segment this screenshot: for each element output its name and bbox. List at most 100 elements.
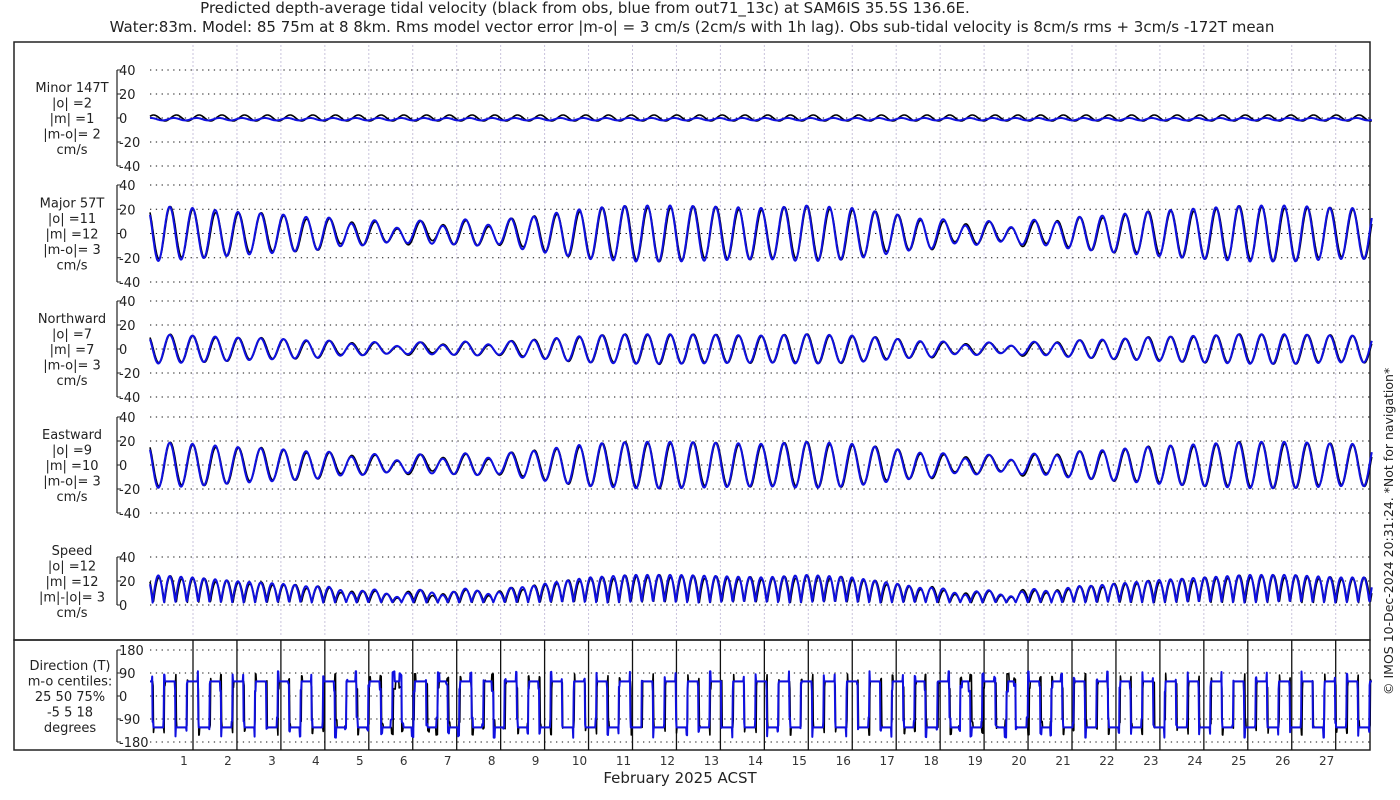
x-tick-label: 15 <box>792 754 807 768</box>
x-tick-label: 1 <box>180 754 188 768</box>
y-tick-label: 90 <box>119 667 136 682</box>
panel-label-line: |o| =9 <box>52 444 92 459</box>
x-tick-label: 12 <box>660 754 675 768</box>
panel-northward: Northward|o| =7|m| =7|m-o|= 3cm/s 40 20 0 -2… <box>38 295 1373 406</box>
model-series-line <box>149 333 1373 365</box>
y-tick-label: 40 <box>119 411 136 426</box>
panel-label-line: degrees <box>44 721 97 736</box>
x-tick-label: 10 <box>572 754 587 768</box>
y-tick-label: -40 <box>119 276 140 291</box>
y-tick-label: -20 <box>119 367 140 382</box>
y-tick-label: 0 <box>119 228 127 243</box>
y-tick-label: 0 <box>119 459 127 474</box>
x-tick-label: 23 <box>1143 754 1158 768</box>
panel-label-line: 25 50 75% <box>35 690 105 705</box>
panel-label-line: m-o centiles: <box>28 675 113 690</box>
obs-series-line <box>149 333 1373 366</box>
panel-major: Major 57T|o| =11|m| =12|m-o|= 3cm/s 40 20 0… <box>40 179 1373 291</box>
y-tick-label: -40 <box>119 160 140 175</box>
y-tick-label: -40 <box>119 391 140 406</box>
x-tick-label: 22 <box>1099 754 1114 768</box>
y-tick-label: -20 <box>119 483 140 498</box>
panel-minor: Minor 147T|o| =2|m| =1|m-o|= 2cm/s 40 20 0 -… <box>35 64 1373 175</box>
y-tick-label: 0 <box>119 690 127 705</box>
panel-label-line: -5 5 18 <box>47 706 93 721</box>
panel-label-line: cm/s <box>57 606 88 621</box>
y-tick-label: -90 <box>119 713 140 728</box>
y-tick-label: 0 <box>119 599 127 614</box>
panel-label-line: |o| =2 <box>52 97 92 112</box>
panel-label-line: |m-o|= 3 <box>43 243 101 258</box>
x-tick-label: 24 <box>1187 754 1202 768</box>
x-tick-label: 7 <box>444 754 452 768</box>
panel-eastward: Eastward|o| =9|m| =10|m-o|= 3cm/s 40 20 0 -2… <box>42 411 1373 522</box>
panel-label-line: Direction (T) <box>30 659 111 674</box>
panel-direction: Direction (T)m-o centiles:25 50 75%-5 5 … <box>28 644 1373 751</box>
y-tick-label: 0 <box>119 343 127 358</box>
x-tick-label: 27 <box>1319 754 1334 768</box>
x-tick-label: 25 <box>1231 754 1246 768</box>
panel-label-line: |m-o|= 3 <box>43 359 101 374</box>
x-tick-label: 8 <box>488 754 496 768</box>
panel-label-line: |m| =10 <box>46 459 99 474</box>
panel-label-line: |m| =12 <box>46 575 99 590</box>
panel-label-line: Eastward <box>42 428 102 443</box>
panel-label-line: |m| =12 <box>46 228 99 243</box>
panel-label-line: cm/s <box>57 490 88 505</box>
chart-title-line1: Predicted depth-average tidal velocity (… <box>200 0 970 18</box>
panel-label-line: |o| =12 <box>48 560 96 575</box>
x-tick-label: 3 <box>268 754 276 768</box>
y-tick-label: 20 <box>119 435 136 450</box>
copyright-notice: © IMOS 10-Dec-2024 20:31:24. *Not for na… <box>1381 368 1396 695</box>
x-tick-label: 11 <box>616 754 631 768</box>
y-tick-label: 20 <box>119 203 136 218</box>
panel-label-line: cm/s <box>57 143 88 158</box>
panel-label-line: |m| =1 <box>50 112 95 127</box>
obs-series-line <box>149 205 1373 263</box>
x-tick-label: 19 <box>967 754 982 768</box>
direction-panel-frame <box>13 639 1371 751</box>
panel-label-line: Minor 147T <box>35 81 108 96</box>
panel-speed: Speed|o| =12|m| =12|m|-|o|= 3cm/s 40 20 0 <box>39 544 1373 621</box>
x-tick-label: 21 <box>1055 754 1070 768</box>
y-tick-label: -20 <box>119 136 140 151</box>
panel-label-line: |m-o|= 2 <box>43 128 101 143</box>
x-axis-label: February 2025 ACST <box>603 769 757 787</box>
y-tick-label: 40 <box>119 64 136 79</box>
panel-label-line: |o| =11 <box>48 212 96 227</box>
y-tick-label: 0 <box>119 112 127 127</box>
x-tick-label: 18 <box>924 754 939 768</box>
model-series-line <box>149 440 1373 490</box>
panel-label-line: |m|-|o|= 3 <box>39 591 105 606</box>
x-tick-label: 26 <box>1275 754 1290 768</box>
model-series-line <box>149 204 1373 263</box>
chart-title-line2: Water:83m. Model: 85 75m at 8 8km. Rms m… <box>110 18 1275 36</box>
y-tick-label: -180 <box>119 736 149 751</box>
y-tick-label: 20 <box>119 319 136 334</box>
y-tick-label: 40 <box>119 295 136 310</box>
x-tick-label: 6 <box>400 754 408 768</box>
panel-label-line: Major 57T <box>40 197 105 212</box>
x-tick-label: 2 <box>224 754 232 768</box>
x-tick-label: 16 <box>836 754 851 768</box>
y-tick-label: 40 <box>119 179 136 194</box>
x-tick-label: 14 <box>748 754 763 768</box>
x-tick-label: 17 <box>880 754 895 768</box>
obs-series-line <box>149 441 1373 490</box>
y-tick-label: 20 <box>119 88 136 103</box>
panel-label-line: Northward <box>38 312 106 327</box>
x-tick-label: 4 <box>312 754 320 768</box>
panel-label-line: cm/s <box>57 259 88 274</box>
panel-label-line: cm/s <box>57 374 88 389</box>
x-tick-label: 9 <box>532 754 540 768</box>
y-tick-label: -40 <box>119 507 140 522</box>
panel-label-line: |m-o|= 3 <box>43 475 101 490</box>
panel-label-line: Speed <box>52 544 93 559</box>
y-tick-label: 40 <box>119 551 136 566</box>
tidal-velocity-chart: Predicted depth-average tidal velocity (… <box>13 0 1396 787</box>
y-tick-label: 180 <box>119 644 144 659</box>
x-tick-label: 5 <box>356 754 364 768</box>
x-tick-label: 13 <box>704 754 719 768</box>
y-tick-label: 20 <box>119 575 136 590</box>
panel-label-line: |o| =7 <box>52 328 92 343</box>
